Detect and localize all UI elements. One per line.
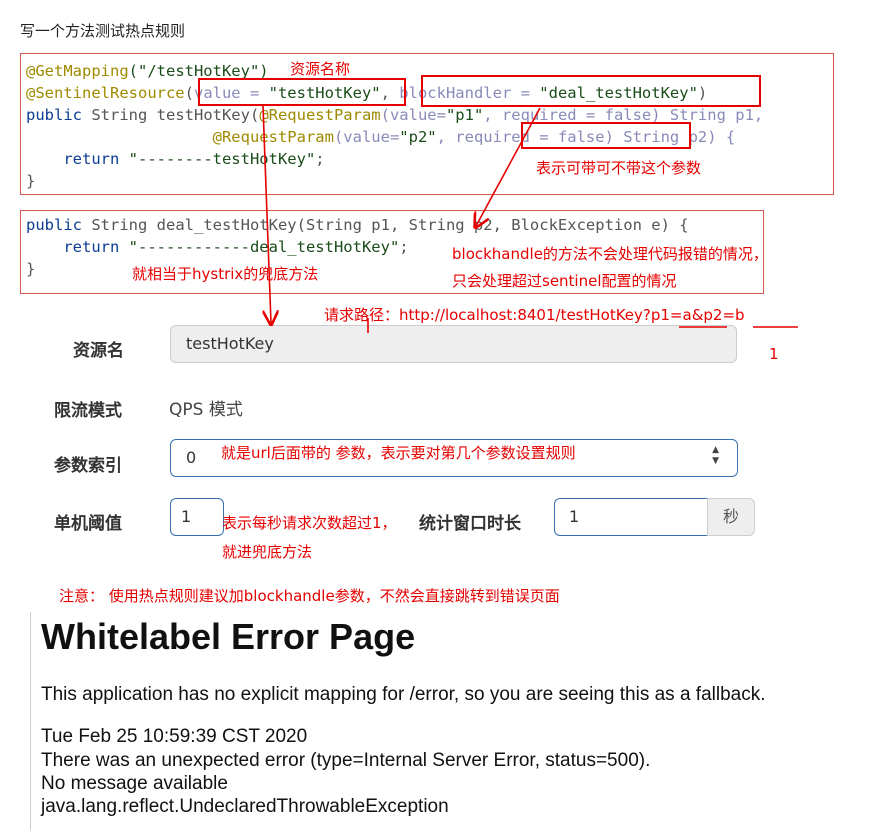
- annotation-arrows: [262, 105, 798, 333]
- arrow-blockhandler-to-method: [476, 107, 541, 226]
- arrow-value-to-resource: [262, 105, 271, 323]
